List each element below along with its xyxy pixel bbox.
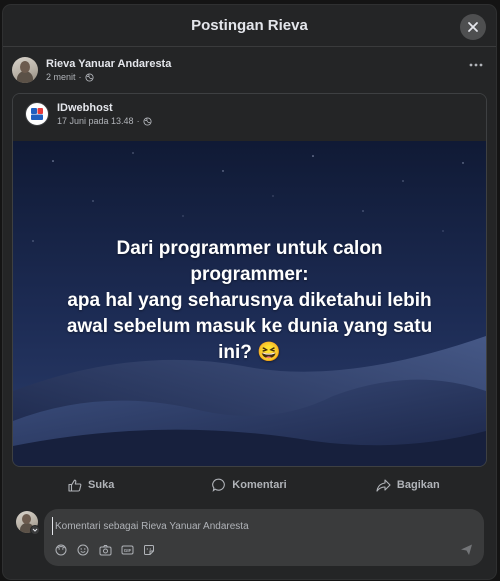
close-button[interactable]: [460, 14, 486, 40]
comment-bubble-icon: [212, 478, 226, 492]
globe-icon: [143, 116, 152, 126]
send-button[interactable]: [460, 543, 474, 557]
avatar-sticker-icon[interactable]: [54, 543, 68, 557]
caption-line: programmer:: [190, 264, 309, 285]
comment-label: Komentari: [232, 479, 287, 491]
camera-icon[interactable]: [98, 543, 112, 557]
post-dialog: Postingan Rieva Rieva Yanuar Andaresta 2…: [3, 5, 496, 579]
dialog-title: Postingan Rieva: [191, 17, 308, 34]
comment-input[interactable]: [52, 517, 477, 535]
post-time[interactable]: 2 menit: [46, 72, 76, 82]
svg-text:GIF: GIF: [123, 548, 131, 553]
shared-post-header: IDwebhost 17 Juni pada 13.48 ·: [13, 94, 486, 141]
caption-line: ini? 😆: [218, 342, 281, 363]
caption-line: awal sebelum masuk ke dunia yang satu: [66, 316, 433, 337]
shared-post-time[interactable]: 17 Juni pada 13.48: [57, 116, 134, 126]
post-actions-bar: Suka Komentari Bagikan: [12, 471, 487, 499]
dialog-header: Postingan Rieva: [3, 5, 496, 47]
thumbs-up-icon: [68, 479, 82, 492]
author-avatar[interactable]: [12, 57, 38, 83]
close-icon: [467, 21, 479, 33]
more-options-button[interactable]: [469, 63, 483, 67]
caption-line: apa hal yang seharusnya diketahui lebih: [67, 290, 432, 311]
author-name[interactable]: Rieva Yanuar Andaresta: [46, 58, 171, 70]
share-label: Bagikan: [396, 479, 440, 491]
share-button[interactable]: Bagikan: [329, 471, 487, 499]
comment-toolbar: GIF: [54, 543, 156, 557]
chevron-down-icon[interactable]: [30, 525, 40, 535]
image-caption: Dari programmer untuk calon programmer: …: [33, 236, 466, 366]
caption-line: Dari programmer untuk calon: [116, 238, 383, 259]
sticker-icon[interactable]: [142, 543, 156, 557]
like-button[interactable]: Suka: [12, 471, 170, 499]
share-arrow-icon: [376, 478, 391, 492]
commenter-avatar-wrap[interactable]: [16, 511, 40, 535]
globe-icon: [84, 72, 94, 82]
post-header: Rieva Yanuar Andaresta 2 menit ·: [12, 57, 487, 87]
send-icon: [460, 543, 474, 556]
gif-icon[interactable]: GIF: [120, 543, 134, 557]
shared-page-name[interactable]: IDwebhost: [57, 102, 113, 114]
post-meta: 2 menit ·: [46, 72, 94, 82]
post-image[interactable]: Dari programmer untuk calon programmer: …: [13, 141, 486, 466]
comment-composer: GIF: [12, 509, 487, 569]
emoji-icon[interactable]: [76, 543, 90, 557]
shared-post-card[interactable]: IDwebhost 17 Juni pada 13.48 · Dari prog…: [12, 93, 487, 467]
like-label: Suka: [88, 479, 115, 491]
comment-box: GIF: [44, 509, 484, 566]
more-horizontal-icon: [469, 63, 483, 67]
shared-post-meta: 17 Juni pada 13.48 ·: [57, 116, 152, 126]
idwebhost-logo[interactable]: [25, 102, 49, 126]
comment-button[interactable]: Komentari: [170, 471, 328, 499]
